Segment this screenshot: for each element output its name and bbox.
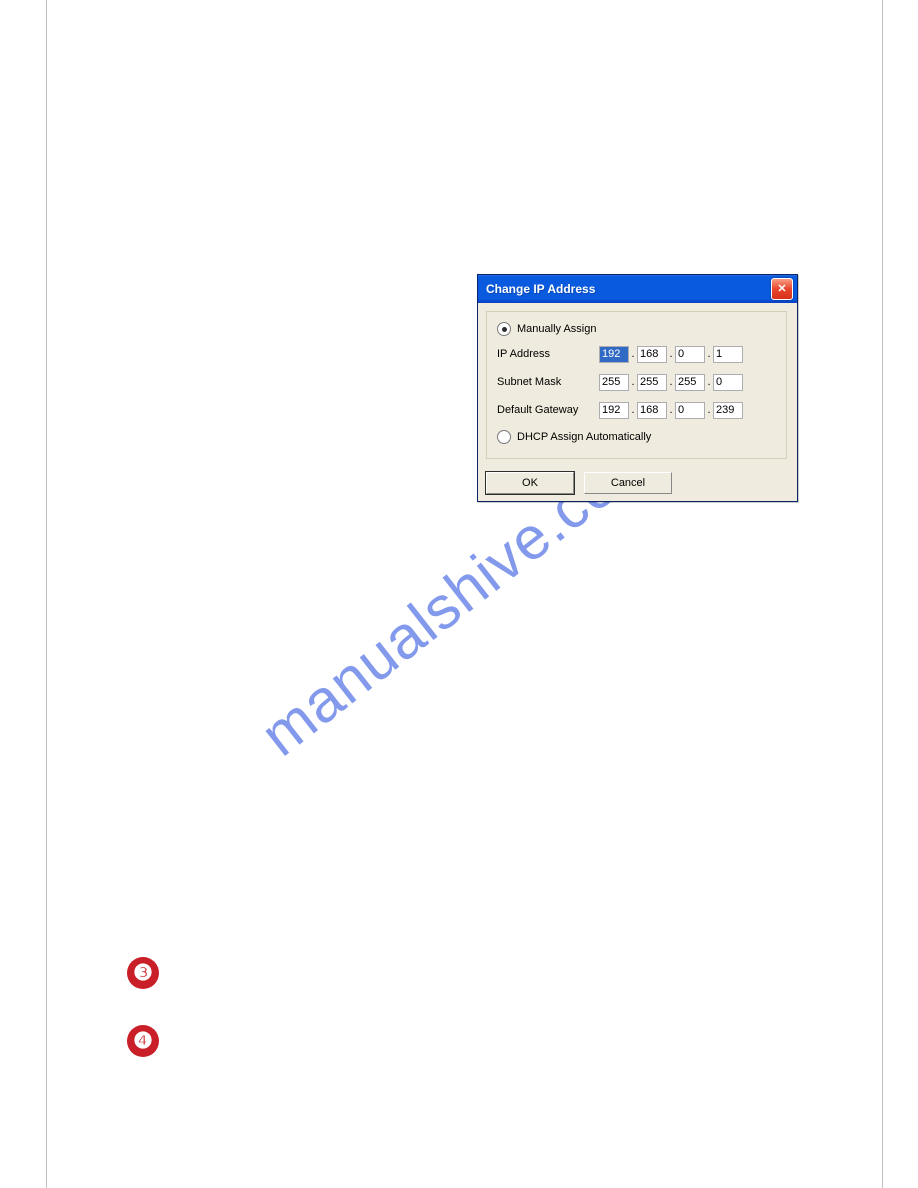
gw-octet-2[interactable]: 168 bbox=[637, 402, 667, 419]
ip-address-label: IP Address bbox=[497, 348, 599, 360]
subnet-mask-row: Subnet Mask 255. 255. 255. 0 bbox=[497, 372, 776, 392]
mask-octet-3[interactable]: 255 bbox=[675, 374, 705, 391]
step-badge-4: ❹ bbox=[127, 1025, 159, 1057]
default-gateway-label: Default Gateway bbox=[497, 404, 599, 416]
gw-octet-3[interactable]: 0 bbox=[675, 402, 705, 419]
step-badge-3: ❸ bbox=[127, 957, 159, 989]
dialog-title: Change IP Address bbox=[486, 282, 595, 296]
radio-manual-label: Manually Assign bbox=[517, 323, 597, 335]
ok-button[interactable]: OK bbox=[486, 472, 574, 494]
close-button[interactable]: ✕ bbox=[771, 278, 793, 300]
ip-octet-4[interactable]: 1 bbox=[713, 346, 743, 363]
ip-octet-2[interactable]: 168 bbox=[637, 346, 667, 363]
mask-octet-4[interactable]: 0 bbox=[713, 374, 743, 391]
default-gateway-row: Default Gateway 192. 168. 0. 239 bbox=[497, 400, 776, 420]
gw-octet-4[interactable]: 239 bbox=[713, 402, 743, 419]
ip-octet-1[interactable]: 192 bbox=[599, 346, 629, 363]
mask-octet-2[interactable]: 255 bbox=[637, 374, 667, 391]
ip-address-row: IP Address 192. 168. 0. 1 bbox=[497, 344, 776, 364]
default-gateway-fields: 192. 168. 0. 239 bbox=[599, 402, 743, 419]
dialog-body: Manually Assign IP Address 192. 168. 0. … bbox=[486, 311, 787, 459]
gw-octet-1[interactable]: 192 bbox=[599, 402, 629, 419]
dialog-button-row: OK Cancel bbox=[486, 472, 672, 494]
cancel-button[interactable]: Cancel bbox=[584, 472, 672, 494]
radio-button-icon bbox=[497, 322, 511, 336]
radio-dhcp-auto[interactable]: DHCP Assign Automatically bbox=[497, 428, 776, 446]
subnet-mask-label: Subnet Mask bbox=[497, 376, 599, 388]
page-frame bbox=[46, 0, 883, 1188]
change-ip-dialog: Change IP Address ✕ Manually Assign IP A… bbox=[477, 274, 798, 502]
radio-dhcp-label: DHCP Assign Automatically bbox=[517, 431, 651, 443]
ip-address-fields: 192. 168. 0. 1 bbox=[599, 346, 743, 363]
subnet-mask-fields: 255. 255. 255. 0 bbox=[599, 374, 743, 391]
radio-manual-assign[interactable]: Manually Assign bbox=[497, 320, 776, 338]
radio-button-icon bbox=[497, 430, 511, 444]
ip-octet-3[interactable]: 0 bbox=[675, 346, 705, 363]
dialog-titlebar[interactable]: Change IP Address ✕ bbox=[478, 275, 797, 303]
close-icon: ✕ bbox=[777, 284, 786, 295]
mask-octet-1[interactable]: 255 bbox=[599, 374, 629, 391]
